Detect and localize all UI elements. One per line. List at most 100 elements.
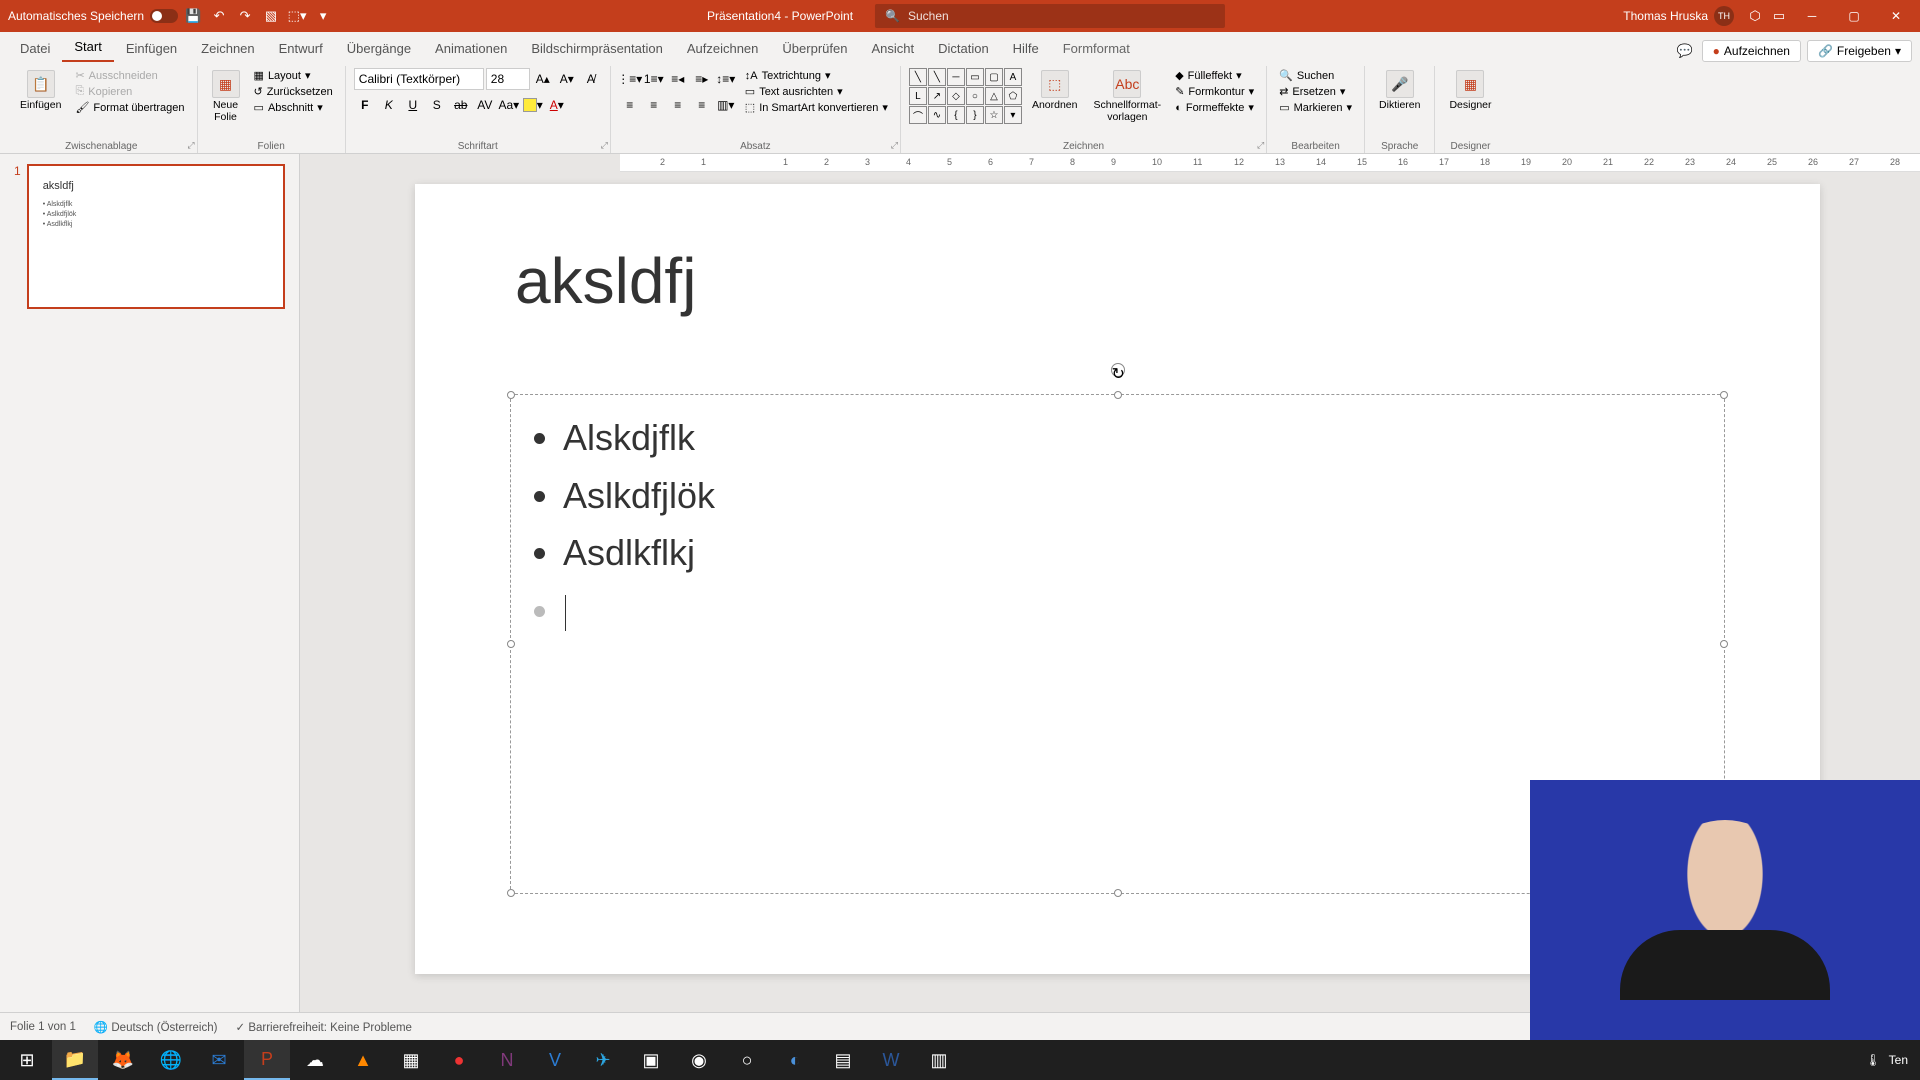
shapes-gallery[interactable]: ╲╲─▭▢A L↗◇○△⬠ ⌒∿{}☆▾ bbox=[909, 68, 1022, 124]
redo-icon[interactable]: ↷ bbox=[234, 5, 256, 27]
text-direction-button[interactable]: ↕A Textrichtung ▾ bbox=[741, 68, 892, 83]
resize-handle-e[interactable] bbox=[1720, 640, 1728, 648]
line-spacing-icon[interactable]: ↕≡▾ bbox=[715, 68, 737, 90]
columns-icon[interactable]: ▥▾ bbox=[715, 94, 737, 116]
dictate-button[interactable]: 🎤 Diktieren bbox=[1373, 68, 1426, 114]
tab-hilfe[interactable]: Hilfe bbox=[1001, 35, 1051, 62]
align-text-button[interactable]: ▭ Text ausrichten ▾ bbox=[741, 84, 892, 99]
increase-indent-icon[interactable]: ≡▸ bbox=[691, 68, 713, 90]
obs-icon[interactable]: ◉ bbox=[676, 1040, 722, 1080]
tab-uebergaenge[interactable]: Übergänge bbox=[335, 35, 423, 62]
tab-formformat[interactable]: Formformat bbox=[1051, 35, 1142, 62]
language-status[interactable]: 🌐 Deutsch (Österreich) bbox=[94, 1020, 218, 1034]
record-button[interactable]: Aufzeichnen bbox=[1702, 40, 1801, 62]
bullet-item[interactable]: Asdlkflkj bbox=[563, 524, 1700, 582]
increase-font-icon[interactable]: A▴ bbox=[532, 68, 554, 90]
vscode-icon[interactable]: V bbox=[532, 1040, 578, 1080]
tab-datei[interactable]: Datei bbox=[8, 35, 62, 62]
tab-dictation[interactable]: Dictation bbox=[926, 35, 1001, 62]
tab-start[interactable]: Start bbox=[62, 33, 113, 62]
undo-icon[interactable]: ↶ bbox=[208, 5, 230, 27]
close-button[interactable]: ✕ bbox=[1876, 0, 1916, 32]
paste-button[interactable]: 📋 Einfügen bbox=[14, 68, 67, 114]
user-account[interactable]: Thomas Hruska TH bbox=[1623, 6, 1734, 26]
app-icon-4[interactable]: ▣ bbox=[628, 1040, 674, 1080]
highlight-button[interactable]: ▾ bbox=[522, 94, 544, 116]
search-box[interactable]: 🔍 Suchen bbox=[875, 4, 1225, 28]
app-icon-2[interactable]: ▦ bbox=[388, 1040, 434, 1080]
clipboard-launcher-icon[interactable]: ⤢ bbox=[187, 140, 194, 151]
app-icon-3[interactable]: ● bbox=[436, 1040, 482, 1080]
tab-animationen[interactable]: Animationen bbox=[423, 35, 519, 62]
resize-handle-nw[interactable] bbox=[507, 391, 515, 399]
decrease-indent-icon[interactable]: ≡◂ bbox=[667, 68, 689, 90]
firefox-icon[interactable]: 🦊 bbox=[100, 1040, 146, 1080]
change-case-icon[interactable]: Aa▾ bbox=[498, 94, 520, 116]
arrange-button[interactable]: ⬚ Anordnen bbox=[1026, 68, 1084, 114]
smartart-button[interactable]: ⬚ In SmartArt konvertieren ▾ bbox=[741, 100, 892, 115]
justify-icon[interactable]: ≡ bbox=[691, 94, 713, 116]
onenote-icon[interactable]: N bbox=[484, 1040, 530, 1080]
bullet-list[interactable]: Alskdjflk Aslkdfjlök Asdlkflkj bbox=[535, 409, 1700, 639]
cut-button[interactable]: ✂ Ausschneiden bbox=[71, 68, 188, 83]
chrome-icon[interactable]: 🌐 bbox=[148, 1040, 194, 1080]
weather-icon[interactable]: 🌡 bbox=[1865, 1053, 1880, 1067]
tab-ueberpruefen[interactable]: Überprüfen bbox=[770, 35, 859, 62]
share-button[interactable]: 🔗 Freigeben ▾ bbox=[1807, 40, 1912, 62]
save-icon[interactable]: 💾 bbox=[182, 5, 204, 27]
layout-button[interactable]: ▦ Layout ▾ bbox=[250, 68, 337, 83]
weather-text[interactable]: Ten bbox=[1889, 1053, 1908, 1067]
resize-handle-sw[interactable] bbox=[507, 889, 515, 897]
file-explorer-icon[interactable]: 📁 bbox=[52, 1040, 98, 1080]
designer-button[interactable]: ▦ Designer bbox=[1443, 68, 1497, 114]
paragraph-launcher-icon[interactable]: ⤢ bbox=[891, 140, 898, 151]
slide-counter[interactable]: Folie 1 von 1 bbox=[10, 1021, 76, 1033]
replace-button[interactable]: ⇄ Ersetzen ▾ bbox=[1275, 84, 1356, 99]
customize-qat-icon[interactable]: ▾ bbox=[312, 5, 334, 27]
bullets-icon[interactable]: ⋮≡▾ bbox=[619, 68, 641, 90]
shape-effects-button[interactable]: ◐ Formeffekte ▾ bbox=[1171, 100, 1258, 115]
quick-access-icon[interactable]: ⬚▾ bbox=[286, 5, 308, 27]
bullet-item[interactable]: Alskdjflk bbox=[563, 409, 1700, 467]
app-icon-7[interactable]: ▤ bbox=[820, 1040, 866, 1080]
comments-icon[interactable]: 💬 bbox=[1674, 40, 1696, 62]
tab-entwurf[interactable]: Entwurf bbox=[267, 35, 335, 62]
bold-button[interactable]: F bbox=[354, 94, 376, 116]
rotate-handle-icon[interactable]: ↻ bbox=[1111, 363, 1125, 377]
find-button[interactable]: 🔍 Suchen bbox=[1275, 68, 1356, 83]
reset-button[interactable]: ↺ Zurücksetzen bbox=[250, 84, 337, 99]
tab-einfuegen[interactable]: Einfügen bbox=[114, 35, 189, 62]
app-icon-1[interactable]: ☁ bbox=[292, 1040, 338, 1080]
vlc-icon[interactable]: ▲ bbox=[340, 1040, 386, 1080]
decrease-font-icon[interactable]: A▾ bbox=[556, 68, 578, 90]
tab-aufzeichnen[interactable]: Aufzeichnen bbox=[675, 35, 771, 62]
app-icon-6[interactable]: ◐ bbox=[772, 1040, 818, 1080]
shape-outline-button[interactable]: ✎ Formkontur ▾ bbox=[1171, 84, 1258, 99]
tab-bildschirmpraesentation[interactable]: Bildschirmpräsentation bbox=[519, 35, 675, 62]
coming-soon-icon[interactable]: ⬡ bbox=[1744, 5, 1766, 27]
accessibility-status[interactable]: ✓ Barrierefreiheit: Keine Probleme bbox=[235, 1020, 411, 1034]
numbering-icon[interactable]: 1≡▾ bbox=[643, 68, 665, 90]
copy-button[interactable]: ⎘ Kopieren bbox=[71, 84, 188, 99]
ribbon-display-icon[interactable]: ▭ bbox=[1768, 5, 1790, 27]
select-button[interactable]: ▭ Markieren ▾ bbox=[1275, 100, 1356, 115]
autosave-toggle[interactable]: Automatisches Speichern bbox=[8, 9, 178, 23]
shadow-button[interactable]: S bbox=[426, 94, 448, 116]
strikethrough-button[interactable]: ab bbox=[450, 94, 472, 116]
telegram-icon[interactable]: ✈ bbox=[580, 1040, 626, 1080]
font-size-input[interactable] bbox=[486, 68, 530, 90]
bullet-item[interactable]: Aslkdfjlök bbox=[563, 467, 1700, 525]
slide-thumbnail-1[interactable]: aksldfj • Alskdjflk • Aslkdfjlök • Asdlk… bbox=[27, 164, 285, 309]
font-name-input[interactable] bbox=[354, 68, 484, 90]
align-left-icon[interactable]: ≡ bbox=[619, 94, 641, 116]
new-slide-button[interactable]: ▦ Neue Folie bbox=[206, 68, 246, 125]
tab-ansicht[interactable]: Ansicht bbox=[859, 35, 926, 62]
maximize-button[interactable]: ▢ bbox=[1834, 0, 1874, 32]
start-menu-icon[interactable]: ⊞ bbox=[4, 1040, 50, 1080]
powerpoint-icon[interactable]: P bbox=[244, 1040, 290, 1080]
clear-formatting-icon[interactable]: A̸ bbox=[580, 68, 602, 90]
app-icon-8[interactable]: ▥ bbox=[916, 1040, 962, 1080]
underline-button[interactable]: U bbox=[402, 94, 424, 116]
resize-handle-n[interactable] bbox=[1114, 391, 1122, 399]
font-launcher-icon[interactable]: ⤢ bbox=[601, 140, 608, 151]
